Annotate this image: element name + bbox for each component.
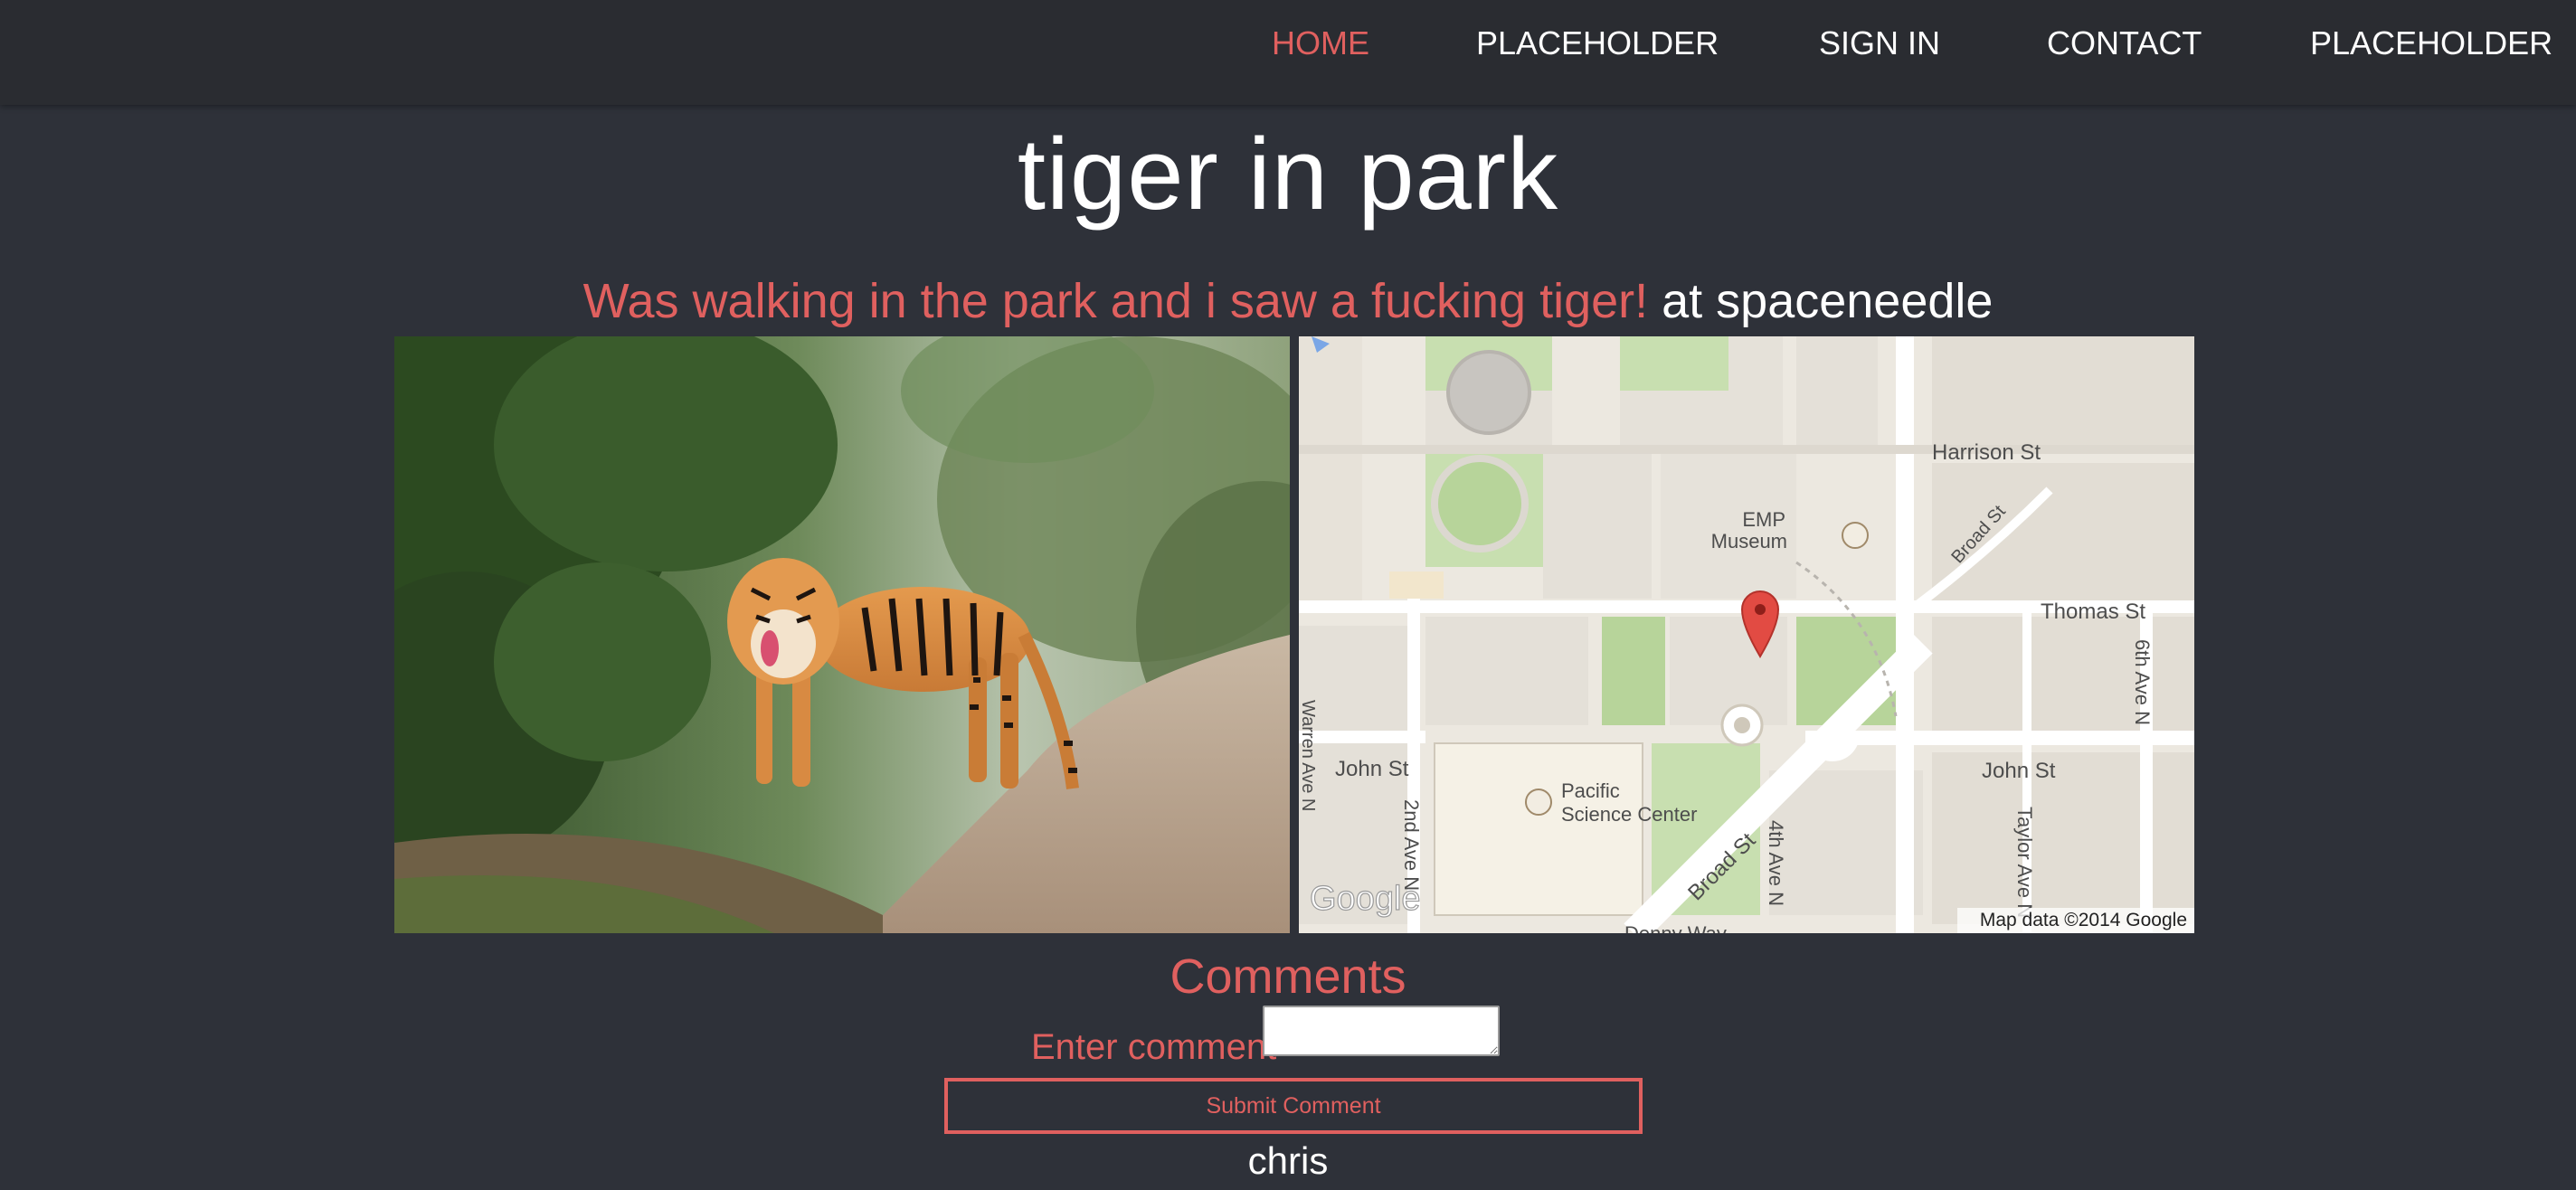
map-label-harrison-st: Harrison St (1932, 440, 2041, 465)
nav-home-link[interactable]: HOME (1272, 25, 1369, 61)
map-label-pacific-line2: Science Center (1561, 803, 1697, 826)
comment-input-label: Enter comment (1031, 1027, 1277, 1067)
location-map[interactable]: Harrison St Thomas St John St John St Br… (1299, 336, 2194, 933)
map-attribution[interactable]: Map data ©2014 Google (1980, 910, 2187, 930)
map-label-pacific-line1: Pacific (1561, 779, 1620, 802)
map-label-6th-ave: 6th Ave N (2131, 639, 2154, 725)
map-label-4th-ave: 4th Ave N (1765, 820, 1787, 906)
post-location: at spaceneedle (1662, 274, 1994, 328)
nav-placeholder-link-2[interactable]: PLACEHOLDER (2310, 25, 2552, 61)
map-label-thomas-st: Thomas St (2041, 600, 2145, 624)
post-subtitle: Was walking in the park and i saw a fuck… (0, 269, 2576, 333)
comments-heading: Comments (1170, 949, 1406, 1004)
map-label-emp-line1: EMP (1742, 508, 1785, 531)
map-label-john-st-right: John St (1982, 759, 2056, 783)
top-navbar: HOME PLACEHOLDER SIGN IN CONTACT PLACEHO… (0, 0, 2576, 105)
map-label-warren-ave: Warren Ave N (1299, 700, 1318, 811)
tiger-photo-image (394, 336, 1290, 933)
comment-input[interactable] (1263, 1006, 1500, 1056)
nav-sign-in-link[interactable]: SIGN IN (1819, 25, 1940, 61)
nav-placeholder-link[interactable]: PLACEHOLDER (1476, 25, 1719, 61)
map-label-denny-way: Denny Way (1624, 922, 1727, 933)
post-description: Was walking in the park and i saw a fuck… (582, 274, 1649, 328)
submit-comment-button[interactable]: Submit Comment (944, 1078, 1643, 1134)
map-canvas: Harrison St Thomas St John St John St Br… (1299, 336, 2194, 933)
google-logo: Google (1310, 880, 1421, 918)
post-title: tiger in park (1017, 118, 1559, 231)
map-label-taylor-ave: Taylor Ave N (2013, 807, 2036, 918)
nav-contact-link[interactable]: CONTACT (2047, 25, 2202, 61)
map-label-john-st-left: John St (1335, 757, 1409, 781)
map-label-2nd-ave: 2nd Ave N (1400, 799, 1423, 891)
map-label-emp-line2: Museum (1711, 530, 1787, 552)
comment-author: chris (1247, 1139, 1329, 1182)
tiger-photo (394, 336, 1290, 933)
